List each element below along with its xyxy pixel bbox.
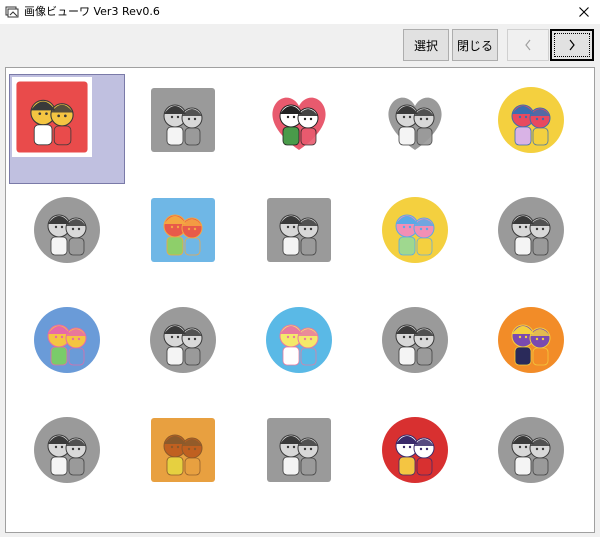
thumbnail-image — [498, 307, 564, 373]
thumbnail-cell[interactable] — [357, 404, 473, 514]
thumbnail-cell[interactable] — [9, 184, 125, 294]
thumbnail-image — [266, 307, 332, 373]
thumbnail-image — [267, 198, 331, 262]
thumbnail-image — [151, 198, 215, 262]
thumbnail-cell[interactable] — [473, 294, 589, 404]
thumbnail-image — [498, 87, 564, 153]
thumbnail-cell[interactable] — [9, 74, 125, 184]
prev-page-button[interactable] — [507, 29, 549, 61]
thumbnail-image — [498, 197, 564, 263]
thumbnail-cell[interactable] — [473, 184, 589, 294]
thumbnail-cell[interactable] — [125, 404, 241, 514]
thumbnail-image — [382, 417, 448, 483]
thumbnail-cell[interactable] — [125, 74, 241, 184]
thumbnail-image — [12, 77, 92, 157]
thumbnail-image — [267, 418, 331, 482]
thumbnail-image — [382, 307, 448, 373]
thumbnail-cell[interactable] — [357, 74, 473, 184]
thumbnail-image — [272, 97, 326, 150]
thumbnail-image — [150, 307, 216, 373]
close-button[interactable]: 閉じる — [452, 29, 498, 61]
thumbnail-image — [34, 197, 100, 263]
next-page-button[interactable] — [550, 29, 594, 61]
title-bar: 画像ビューワ Ver3 Rev0.6 — [0, 0, 600, 24]
thumbnail-image — [388, 97, 442, 150]
thumbnail-grid — [5, 67, 595, 533]
thumbnail-image — [382, 197, 448, 263]
thumbnail-cell[interactable] — [241, 184, 357, 294]
chevron-right-icon — [569, 39, 575, 51]
thumbnail-image — [151, 88, 215, 152]
thumbnail-cell[interactable] — [241, 404, 357, 514]
app-icon — [5, 6, 19, 18]
thumbnail-cell[interactable] — [9, 404, 125, 514]
chevron-left-icon — [525, 39, 531, 51]
select-button[interactable]: 選択 — [403, 29, 449, 61]
thumbnail-image — [151, 418, 215, 482]
thumbnail-image — [498, 417, 564, 483]
thumbnail-image — [34, 307, 100, 373]
window-close-button[interactable] — [568, 0, 600, 24]
thumbnail-cell[interactable] — [357, 294, 473, 404]
image-viewer-window: 画像ビューワ Ver3 Rev0.6 選択 閉じる — [0, 0, 600, 537]
thumbnail-cell[interactable] — [125, 294, 241, 404]
thumbnail-cell[interactable] — [241, 294, 357, 404]
window-title: 画像ビューワ Ver3 Rev0.6 — [24, 5, 160, 18]
thumbnail-cell[interactable] — [473, 74, 589, 184]
thumbnail-cell[interactable] — [241, 74, 357, 184]
thumbnail-cell[interactable] — [9, 294, 125, 404]
thumbnail-cell[interactable] — [125, 184, 241, 294]
thumbnail-cell[interactable] — [473, 404, 589, 514]
thumbnail-image — [34, 417, 100, 483]
thumbnail-cell[interactable] — [357, 184, 473, 294]
close-icon — [579, 7, 589, 17]
